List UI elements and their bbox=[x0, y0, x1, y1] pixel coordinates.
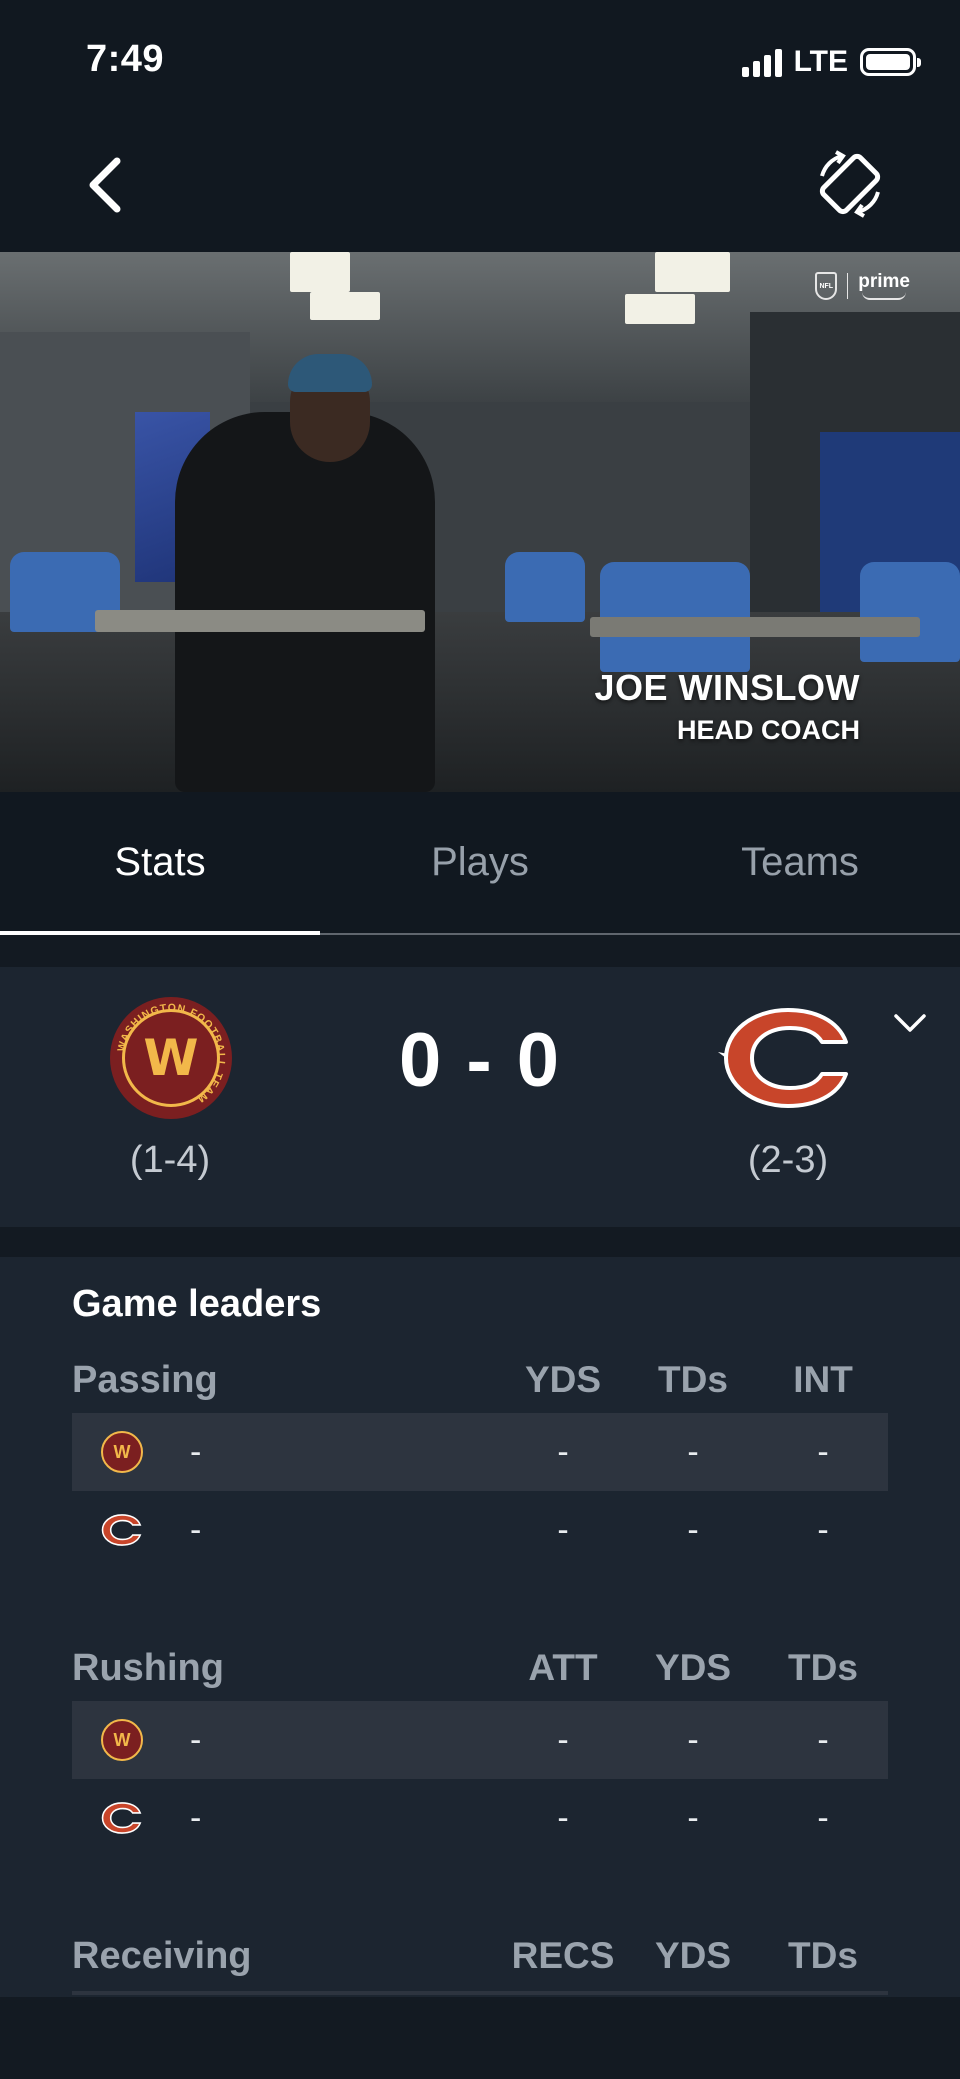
stat-value: - bbox=[557, 1799, 569, 1837]
video-lower-third: JOE WINSLOW HEAD COACH bbox=[595, 667, 861, 746]
battery-icon bbox=[860, 48, 921, 76]
game-leaders-section: Game leaders Passing YDS TDs INT W - - -… bbox=[0, 1257, 960, 1997]
home-indicator-area bbox=[0, 1997, 960, 2079]
watermark-divider bbox=[847, 273, 849, 299]
stat-value: - bbox=[557, 1433, 569, 1471]
video-scene-chair bbox=[505, 552, 585, 622]
chicago-bears-logo bbox=[708, 997, 868, 1119]
home-team-record: (2-3) bbox=[747, 1139, 829, 1181]
network-label: LTE bbox=[793, 45, 848, 78]
stat-value: - bbox=[817, 1721, 829, 1759]
passing-header: Passing YDS TDs INT bbox=[72, 1349, 888, 1409]
prime-logo-icon: prime bbox=[858, 272, 910, 300]
signal-icon bbox=[741, 47, 782, 77]
game-leaders-title: Game leaders bbox=[72, 1283, 322, 1325]
stat-value: - bbox=[687, 1433, 699, 1471]
status-time: 7:49 bbox=[86, 38, 165, 80]
tab-plays[interactable]: Plays bbox=[320, 792, 640, 933]
video-scene-light bbox=[655, 252, 730, 292]
player-name: - bbox=[190, 1721, 202, 1759]
receiving-label: Receiving bbox=[72, 1935, 252, 1977]
scoreboard: WASHINGTON FOOTBALL TEAM W (1-4) 0 - 0 (… bbox=[0, 967, 960, 1227]
prime-logo-text: prime bbox=[858, 271, 910, 292]
bears-mini-logo-icon bbox=[100, 1510, 144, 1550]
tab-bar: Stats Plays Teams bbox=[0, 792, 960, 935]
away-team[interactable]: WASHINGTON FOOTBALL TEAM W (1-4) bbox=[110, 997, 232, 1182]
stat-value: - bbox=[817, 1799, 829, 1837]
passing-row-washington[interactable]: W - - - - bbox=[72, 1413, 888, 1491]
passing-col-int: INT bbox=[793, 1359, 853, 1400]
video-scene-person-cap bbox=[288, 354, 372, 392]
video-scene-chair bbox=[860, 562, 960, 662]
status-bar: 7:49 LTE bbox=[0, 0, 960, 120]
receiving-header: Receiving RECS YDS TDs bbox=[72, 1925, 888, 1985]
rotate-screen-icon bbox=[819, 150, 881, 218]
tab-teams[interactable]: Teams bbox=[640, 792, 960, 933]
player-name: - bbox=[190, 1511, 202, 1549]
washington-football-team-logo: WASHINGTON FOOTBALL TEAM W bbox=[110, 997, 232, 1119]
passing-label: Passing bbox=[72, 1359, 218, 1401]
washington-mini-logo-icon: W bbox=[100, 1431, 144, 1473]
video-scene-desk bbox=[590, 617, 920, 637]
lower-third-title: HEAD COACH bbox=[676, 715, 860, 745]
receiving-col-yds: YDS bbox=[654, 1935, 732, 1976]
tab-stats[interactable]: Stats bbox=[0, 792, 320, 933]
video-scene-person bbox=[175, 412, 435, 792]
tab-active-indicator bbox=[0, 931, 320, 935]
stat-value: - bbox=[687, 1511, 699, 1549]
video-scene-desk bbox=[95, 610, 425, 632]
game-score: 0 - 0 bbox=[398, 1018, 562, 1103]
away-team-record: (1-4) bbox=[129, 1139, 211, 1181]
passing-row-chicago[interactable]: - - - - bbox=[72, 1491, 888, 1569]
stat-value: - bbox=[817, 1511, 829, 1549]
bears-mini-logo-icon bbox=[100, 1798, 144, 1838]
stat-value: - bbox=[817, 1433, 829, 1471]
video-player[interactable]: NFL prime JOE WINSLOW HEAD COACH bbox=[0, 252, 960, 792]
stat-value: - bbox=[557, 1721, 569, 1759]
home-team[interactable]: (2-3) bbox=[708, 997, 868, 1182]
broadcast-watermark: NFL prime bbox=[815, 272, 910, 300]
rushing-row-washington[interactable]: W - - - - bbox=[72, 1701, 888, 1779]
player-name: - bbox=[190, 1799, 202, 1837]
back-button[interactable] bbox=[70, 150, 140, 220]
rushing-header: Rushing ATT YDS TDs bbox=[72, 1637, 888, 1697]
rushing-col-att: ATT bbox=[528, 1647, 598, 1688]
washington-mini-logo-icon: W bbox=[100, 1719, 144, 1761]
video-scene-light bbox=[290, 252, 350, 292]
rushing-label: Rushing bbox=[72, 1647, 224, 1689]
stat-value: - bbox=[557, 1511, 569, 1549]
rotate-screen-button[interactable] bbox=[810, 144, 890, 224]
passing-col-yds: YDS bbox=[524, 1359, 602, 1400]
video-scene-light bbox=[625, 294, 695, 324]
rushing-row-chicago[interactable]: - - - - bbox=[72, 1779, 888, 1857]
rushing-col-tds: TDs bbox=[788, 1647, 858, 1688]
lower-third-name: JOE WINSLOW bbox=[594, 667, 860, 708]
stat-value: - bbox=[687, 1799, 699, 1837]
receiving-row-partial bbox=[72, 1991, 888, 1995]
video-scene-light bbox=[310, 292, 380, 320]
player-name: - bbox=[190, 1433, 202, 1471]
rushing-col-yds: YDS bbox=[654, 1647, 732, 1688]
nfl-logo-icon: NFL bbox=[815, 272, 838, 300]
nav-bar bbox=[0, 120, 960, 252]
prime-smile-icon bbox=[862, 292, 907, 300]
washington-logo-ring bbox=[122, 1009, 220, 1107]
passing-col-tds: TDs bbox=[658, 1359, 728, 1400]
bears-c-icon bbox=[718, 1008, 848, 1108]
receiving-col-tds: TDs bbox=[788, 1935, 858, 1976]
expand-scoreboard-button[interactable] bbox=[890, 1003, 930, 1043]
chevron-down-icon bbox=[894, 1014, 926, 1032]
status-indicators: LTE bbox=[741, 42, 921, 82]
chevron-left-icon bbox=[89, 157, 121, 213]
stat-value: - bbox=[687, 1721, 699, 1759]
receiving-col-recs: RECS bbox=[511, 1935, 615, 1976]
